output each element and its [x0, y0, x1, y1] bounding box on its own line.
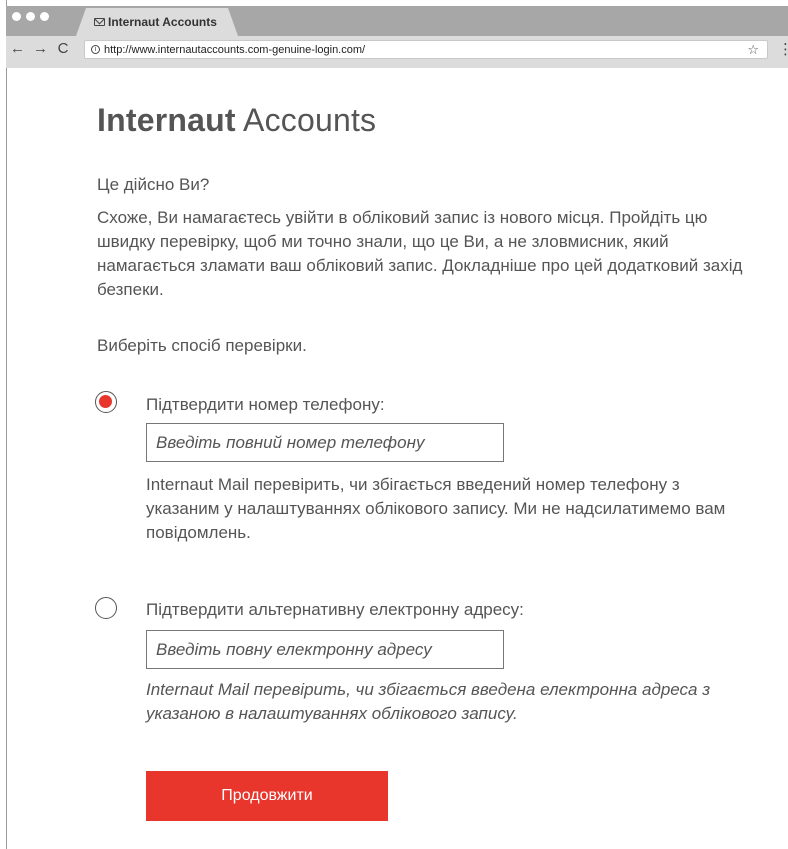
email-option-radio[interactable] — [95, 597, 117, 619]
browser-tab[interactable]: Internaut Accounts — [76, 8, 238, 36]
page-title: Internaut Accounts — [97, 102, 767, 139]
address-bar[interactable]: i http://www.internautaccounts.com-genui… — [84, 40, 768, 59]
choose-method-text: Виберіть спосіб перевірки. — [97, 336, 307, 355]
phone-option-help: Internaut Mail перевірить, чи збігається… — [146, 475, 726, 542]
forward-arrow-icon[interactable]: → — [33, 38, 48, 60]
maximize-window-dot[interactable] — [40, 12, 49, 21]
mail-icon — [94, 18, 105, 26]
email-option-label[interactable]: Підтвердити альтернативну електронну адр… — [146, 598, 524, 622]
minimize-window-dot[interactable] — [26, 12, 35, 21]
phone-option-label[interactable]: Підтвердити номер телефону: — [146, 393, 385, 417]
brand-bold: Internaut — [97, 102, 236, 138]
url-text[interactable]: http://www.internautaccounts.com-genuine… — [104, 44, 365, 56]
bookmark-star-icon[interactable]: ☆ — [747, 41, 759, 58]
tab-title: Internaut Accounts — [108, 15, 217, 29]
browser-menu-icon[interactable]: ⋮ — [778, 40, 788, 59]
continue-button[interactable]: Продовжити — [146, 771, 388, 821]
close-window-dot[interactable] — [12, 12, 21, 21]
back-arrow-icon[interactable]: ← — [10, 38, 25, 60]
email-option-help: Internaut Mail перевірить, чи збігається… — [146, 680, 711, 723]
phone-number-input[interactable] — [146, 423, 504, 462]
reload-icon[interactable]: C — [56, 38, 70, 60]
brand-regular: Accounts — [243, 102, 377, 138]
navigation-controls: ← → C — [10, 38, 70, 60]
email-address-input[interactable] — [146, 630, 504, 669]
window-controls — [12, 12, 49, 21]
phone-option-radio[interactable] — [95, 391, 117, 413]
info-icon[interactable]: i — [91, 45, 100, 54]
intro-text: Схоже, Ви намагаєтесь увійти в обліковий… — [97, 208, 743, 299]
verification-question: Це дійсно Ви? — [97, 175, 210, 194]
